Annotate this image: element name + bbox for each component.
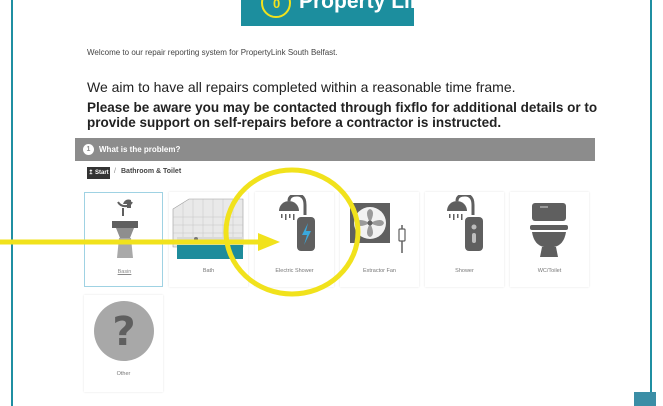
tile-wc-toilet[interactable]: WC/Toilet (510, 192, 589, 287)
logo-text: Property Link (299, 0, 414, 13)
shower-icon (447, 195, 483, 251)
tile-label: Basin (117, 269, 132, 275)
breadcrumb-separator: / (114, 168, 116, 175)
tile-bath[interactable]: Bath (169, 192, 248, 287)
extractor-fan-icon (350, 203, 406, 253)
breadcrumb-current: Bathroom & Toilet (121, 168, 182, 175)
question-icon: ? (94, 301, 154, 361)
svg-text:?: ? (112, 309, 135, 355)
aware-text: Please be aware you may be contacted thr… (87, 100, 598, 130)
property-link-logo[interactable]: 0 Property Link (241, 0, 414, 26)
tile-label: Bath (202, 268, 215, 274)
start-button[interactable]: ↥ Start (87, 167, 110, 179)
question-number: 1 (83, 144, 94, 155)
tile-label: WC/Toilet (537, 268, 562, 274)
scroll-to-top-button[interactable] (634, 392, 656, 406)
tile-extractor-fan[interactable]: Extractor Fan (340, 192, 419, 287)
question-header: 1 What is the problem? (75, 138, 595, 161)
welcome-text: Welcome to our repair reporting system f… (87, 48, 338, 57)
tile-other[interactable]: ? Other (84, 295, 163, 392)
toilet-icon (530, 203, 568, 257)
tile-label: Extractor Fan (362, 268, 396, 274)
tile-shower[interactable]: Shower (425, 192, 504, 287)
question-text: What is the problem? (99, 145, 181, 154)
tile-label: Electric Shower (275, 268, 314, 274)
bath-icon (172, 198, 244, 259)
tile-label: Other (116, 371, 131, 377)
tile-label: Shower (455, 268, 474, 274)
basin-icon (112, 199, 138, 258)
electric-shower-icon (279, 195, 315, 251)
tile-electric-shower[interactable]: Electric Shower (255, 192, 334, 287)
logo-badge-icon: 0 (261, 0, 291, 18)
aim-text: We aim to have all repairs completed wit… (87, 79, 516, 95)
tile-basin[interactable]: Basin (84, 192, 163, 287)
